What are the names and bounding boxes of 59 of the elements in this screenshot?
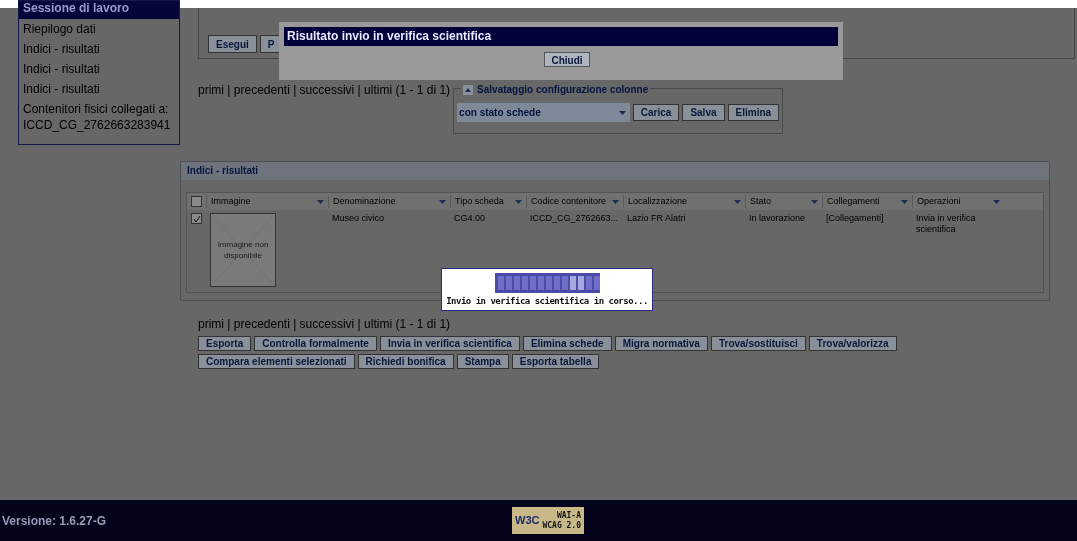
table-cell[interactable]: Invia in verifica scientifica <box>912 213 1004 235</box>
action-button[interactable]: Salva <box>682 104 725 121</box>
caret-icon[interactable] <box>612 199 619 204</box>
action-button[interactable]: Carica <box>632 104 680 121</box>
dialog-title-bar: Risultato invio in verifica scientifica <box>284 27 838 46</box>
collapse-icon[interactable] <box>463 84 474 95</box>
progress-message: Invio in verifica scientifica in corso... <box>446 295 648 308</box>
column-header[interactable]: Localizzazione <box>623 194 745 209</box>
sidebar-item[interactable]: Contenitori fisici collegati a: ICCD_CG_2762663283941 <box>19 99 179 135</box>
table-cell-text: Lazio FR Alatri <box>626 213 687 224</box>
action-button[interactable]: Migra normativa <box>614 336 708 351</box>
action-button[interactable]: Invia in verifica scientifica <box>379 336 520 351</box>
action-button[interactable]: Stampa <box>456 354 509 369</box>
action-button[interactable]: Esporta tabella <box>511 354 600 369</box>
close-button[interactable]: Chiudi <box>544 52 590 67</box>
caret-icon[interactable] <box>439 199 446 204</box>
image-unavailable-text: Immagine non disponibile <box>216 239 270 261</box>
pagination-links[interactable]: primi | precedenti | successivi | ultimi (1 - 1 di 1) <box>198 81 451 97</box>
action-button[interactable]: Esporta <box>198 336 252 351</box>
column-header[interactable]: Operazioni <box>912 194 1004 209</box>
table-cell-text: Museo civico <box>331 213 386 224</box>
sidebar-item[interactable]: Indici - risultati <box>19 59 179 79</box>
sidebar-item[interactable]: Indici - risultati <box>19 39 179 59</box>
action-button[interactable]: Esegui <box>208 35 257 53</box>
action-button[interactable]: Elimina schede <box>522 336 612 351</box>
row-checkbox[interactable] <box>191 213 202 224</box>
select-all-checkbox[interactable] <box>191 196 202 207</box>
column-header[interactable]: Immagine <box>206 194 328 209</box>
column-header[interactable]: Stato <box>745 194 822 209</box>
caret-icon[interactable] <box>618 110 626 115</box>
table-cell[interactable]: [Collegamenti] <box>822 213 912 224</box>
action-button[interactable]: Controlla formalmente <box>254 336 377 351</box>
table-cell-text: In lavorazione <box>748 213 807 224</box>
column-header[interactable]: Codice contenitore <box>526 194 623 209</box>
table-cell-text: CG4.00 <box>453 213 487 224</box>
column-header[interactable]: Tipo scheda <box>450 194 526 209</box>
caret-icon[interactable] <box>734 199 741 204</box>
version-label: Versione: 1.6.27-G <box>2 512 108 530</box>
sidebar-item[interactable]: Indici - risultati <box>19 79 179 99</box>
action-button[interactable]: Compara elementi selezionati <box>198 354 355 369</box>
sidebar-header: Sessione di lavoro <box>19 1 179 19</box>
loading-animation-icon <box>494 273 600 293</box>
panel-legend: Salvataggio configurazione colonne <box>477 82 649 97</box>
panel-title: Indici - risultati <box>181 162 1049 180</box>
column-header[interactable]: Denominazione <box>328 194 450 209</box>
action-button[interactable]: Richiedi bonifica <box>357 354 454 369</box>
action-button[interactable]: Trova/sostituisci <box>710 336 806 351</box>
table-cell-text: ICCD_CG_2762663... <box>529 213 620 224</box>
caret-icon[interactable] <box>901 199 908 204</box>
caret-icon[interactable] <box>993 199 1000 204</box>
config-select[interactable]: con stato schede <box>457 103 630 122</box>
column-header[interactable]: Collegamenti <box>822 194 912 209</box>
action-button[interactable]: Elimina <box>727 104 780 121</box>
caret-icon[interactable] <box>811 199 818 204</box>
caret-icon[interactable] <box>515 199 522 204</box>
caret-icon[interactable] <box>317 199 324 204</box>
action-button[interactable]: Trova/valorizza <box>808 336 897 351</box>
pagination-links[interactable]: primi | precedenti | successivi | ultimi (1 - 1 di 1) <box>198 315 897 333</box>
sidebar-item[interactable]: Riepilogo dati <box>19 19 179 39</box>
